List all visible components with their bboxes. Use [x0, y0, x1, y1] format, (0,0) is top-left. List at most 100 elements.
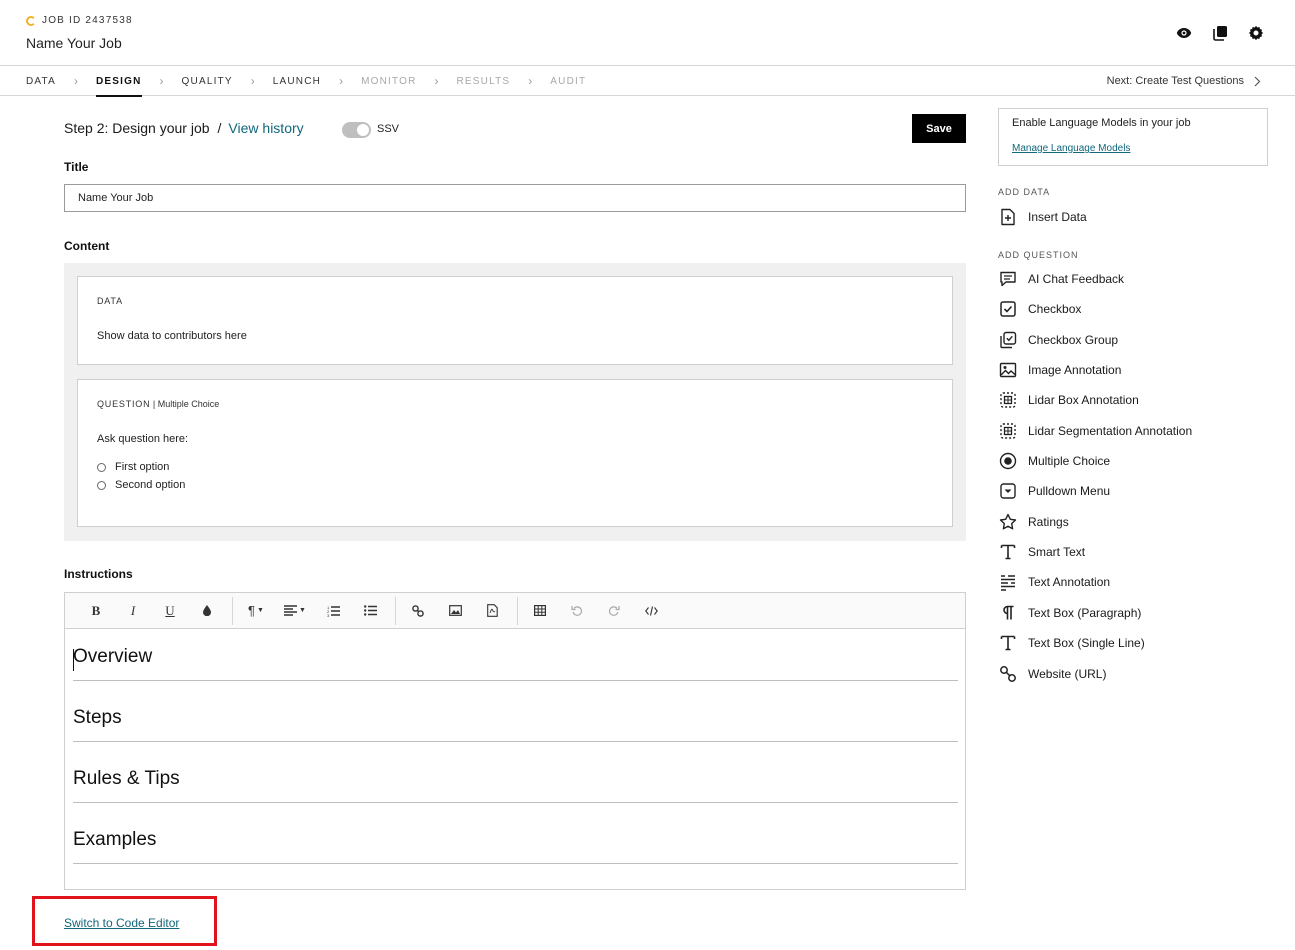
insert-data-icon — [998, 207, 1018, 227]
underline-icon[interactable]: U — [156, 599, 184, 623]
question-type-label: Text Box (Single Line) — [1028, 636, 1145, 650]
question-card[interactable]: QUESTION | Multiple Choice Ask question … — [77, 379, 953, 527]
chevron-right-icon: › — [339, 74, 344, 88]
switch-to-code-editor-link[interactable]: Switch to Code Editor — [64, 916, 179, 930]
italic-icon[interactable]: I — [119, 599, 147, 623]
add-question-website-url[interactable]: Website (URL) — [998, 663, 1106, 685]
question-card-kicker: QUESTION | Multiple Choice — [97, 399, 219, 409]
question-type-label: Lidar Box Annotation — [1028, 393, 1139, 407]
bold-icon[interactable]: B — [82, 599, 110, 623]
align-icon[interactable]: ▼ — [280, 599, 310, 623]
add-question-smart-text[interactable]: Smart Text — [998, 541, 1085, 563]
nav-step-audit[interactable]: AUDIT — [550, 66, 586, 96]
redo-icon[interactable] — [600, 599, 628, 623]
toggle-knob — [357, 124, 369, 136]
radio-option[interactable]: First option — [97, 461, 169, 473]
loading-spinner-icon — [26, 15, 36, 26]
undo-icon[interactable] — [563, 599, 591, 623]
save-button[interactable]: Save — [912, 114, 966, 143]
table-icon[interactable] — [526, 599, 554, 623]
text-cursor — [73, 649, 74, 671]
title-label: Title — [64, 160, 89, 174]
add-question-image-annotation[interactable]: Image Annotation — [998, 359, 1121, 381]
add-question-lidar-box-annotation[interactable]: Lidar Box Annotation — [998, 389, 1139, 411]
heading-text: Examples — [73, 829, 157, 850]
add-question-text-annotation[interactable]: Text Annotation — [998, 571, 1110, 593]
question-prompt: Ask question here: — [97, 433, 189, 445]
add-question-multiple-choice[interactable]: Multiple Choice — [998, 450, 1110, 472]
link-icon[interactable] — [404, 599, 432, 623]
add-question-ai-chat-feedback[interactable]: AI Chat Feedback — [998, 268, 1124, 290]
data-card-kicker: DATA — [97, 296, 123, 306]
image-icon — [998, 360, 1018, 380]
heading-text: Overview — [73, 646, 153, 667]
add-question-heading: ADD QUESTION — [998, 250, 1079, 260]
job-id-text: JOB ID 2437538 — [42, 15, 133, 26]
manage-language-models-link[interactable]: Manage Language Models — [1012, 143, 1130, 154]
question-type-label: Text Box (Paragraph) — [1028, 606, 1142, 620]
job-name: Name Your Job — [26, 35, 122, 51]
gear-icon[interactable] — [1247, 24, 1265, 42]
question-type-label: Image Annotation — [1028, 363, 1122, 377]
nav-step-launch[interactable]: LAUNCH — [273, 66, 321, 96]
instructions-label: Instructions — [64, 567, 133, 581]
question-type-label: Pulldown Menu — [1028, 484, 1111, 498]
add-data-heading: ADD DATA — [998, 187, 1051, 197]
editor-heading[interactable]: Rules & Tips — [73, 768, 958, 803]
nav-step-data[interactable]: DATA — [26, 66, 56, 96]
question-type-label: AI Chat Feedback — [1028, 272, 1125, 286]
add-question-pulldown-menu[interactable]: Pulldown Menu — [998, 480, 1110, 502]
copy-icon[interactable] — [1211, 24, 1229, 42]
content-canvas: DATA Show data to contributors here QUES… — [64, 263, 966, 541]
lidar-segmentation-icon — [998, 421, 1018, 441]
editor-heading[interactable]: Steps — [73, 707, 958, 742]
add-question-text-box-single-line[interactable]: Text Box (Single Line) — [998, 632, 1145, 654]
app-header: JOB ID 2437538 Name Your Job — [0, 0, 1295, 66]
header-actions — [1175, 24, 1265, 42]
radio-circle-icon — [97, 462, 106, 472]
radio-option[interactable]: Second option — [97, 479, 185, 491]
nav-step-monitor[interactable]: MONITOR — [361, 66, 416, 96]
view-history-link[interactable]: View history — [228, 120, 303, 136]
svg-text:3: 3 — [327, 613, 330, 617]
checkbox-icon — [998, 299, 1018, 319]
next-step-link[interactable]: Next: Create Test Questions — [1107, 66, 1261, 96]
radio-option-label: Second option — [115, 479, 186, 491]
add-question-ratings[interactable]: Ratings — [998, 511, 1069, 533]
instructions-editor: B I U ¶ ▼ ▼ 123 Overview Steps Rules & Ti… — [64, 592, 966, 890]
data-card-text: Show data to contributors here — [97, 330, 247, 342]
ssv-label: SSV — [377, 123, 400, 135]
radio-icon — [998, 451, 1018, 471]
code-view-icon[interactable] — [637, 599, 665, 623]
paragraph-format-icon[interactable]: ¶ ▼ — [241, 599, 271, 623]
insert-image-icon[interactable] — [441, 599, 469, 623]
add-question-checkbox-group[interactable]: Checkbox Group — [998, 329, 1118, 351]
data-card[interactable]: DATA Show data to contributors here — [77, 276, 953, 365]
nav-step-design[interactable]: DESIGN — [96, 66, 142, 97]
toolbar-divider — [395, 596, 396, 625]
text-color-icon[interactable] — [193, 599, 221, 623]
ssv-toggle[interactable] — [342, 122, 371, 138]
heading-text: Steps — [73, 707, 122, 728]
insert-data-button[interactable]: Insert Data — [998, 206, 1087, 228]
heading-text: Rules & Tips — [73, 768, 180, 789]
nav-step-quality[interactable]: QUALITY — [182, 66, 233, 96]
step-heading: Step 2: Design your job / View history — [64, 120, 304, 136]
title-input[interactable] — [64, 184, 966, 212]
ordered-list-icon[interactable]: 123 — [319, 599, 347, 623]
unordered-list-icon[interactable] — [356, 599, 384, 623]
add-question-lidar-segmentation-annotation[interactable]: Lidar Segmentation Annotation — [998, 420, 1192, 442]
toolbar-divider — [232, 596, 233, 625]
insert-pdf-icon[interactable] — [478, 599, 506, 623]
nav-step-results[interactable]: RESULTS — [457, 66, 511, 96]
nav-steps: DATA › DESIGN › QUALITY › LAUNCH › MONITOR › RESUL… — [26, 66, 586, 97]
editor-heading[interactable]: Examples — [73, 829, 958, 864]
checkbox-group-icon — [998, 330, 1018, 350]
radio-option-label: First option — [115, 461, 170, 473]
add-question-text-box-paragraph[interactable]: Text Box (Paragraph) — [998, 602, 1141, 624]
preview-eye-icon[interactable] — [1175, 24, 1193, 42]
question-type-label: Checkbox Group — [1028, 333, 1119, 347]
editor-heading[interactable]: Overview — [73, 646, 958, 681]
question-type-label: | Multiple Choice — [150, 399, 220, 409]
add-question-checkbox[interactable]: Checkbox — [998, 298, 1081, 320]
